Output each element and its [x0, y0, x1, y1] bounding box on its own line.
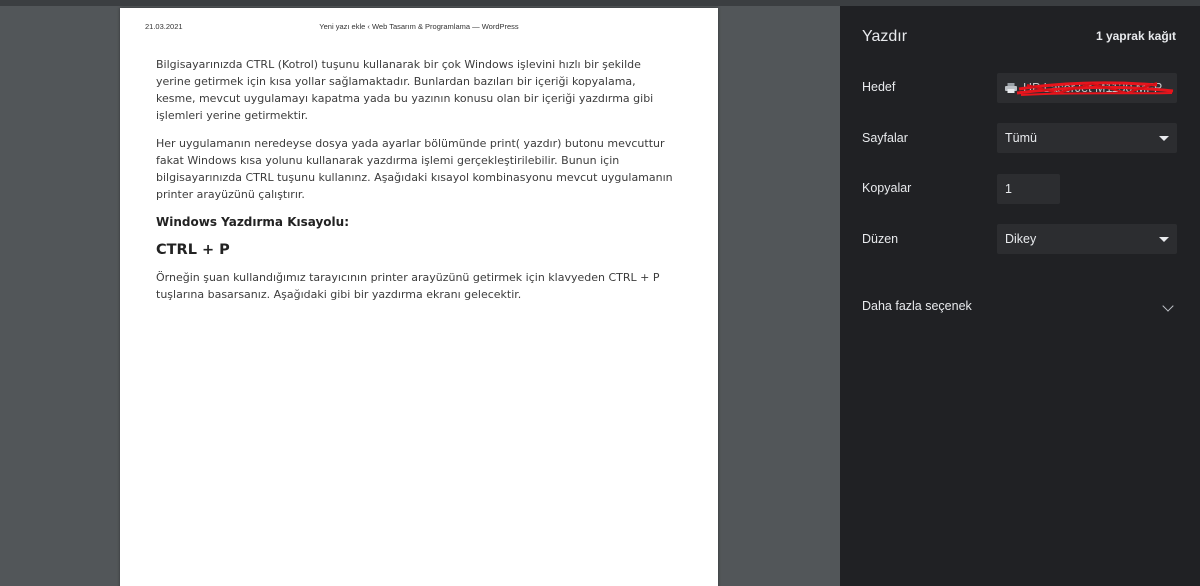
dropdown-caret-icon	[1159, 237, 1169, 242]
copies-value: 1	[1005, 182, 1012, 196]
panel-title: Yazdır	[862, 28, 908, 45]
pages-select[interactable]: Tümü	[997, 123, 1177, 153]
redaction-scribble	[1016, 81, 1174, 96]
sheet-count: 1 yaprak kağıt	[1095, 29, 1176, 43]
preview-page: 21.03.2021 Yeni yazı ekle ‹ Web Tasarım …	[120, 8, 718, 586]
body-paragraph-1: Bilgisayarınızda CTRL (Kotrol) tuşunu ku…	[156, 58, 654, 122]
destination-select[interactable]: HP LaserJet M1130 MFP	[997, 73, 1177, 103]
dropdown-caret-icon	[1159, 136, 1169, 141]
page-header-title: Yeni yazı ekle ‹ Web Tasarım & Programla…	[319, 22, 519, 31]
more-settings-toggle[interactable]: Daha fazla seçenek	[862, 299, 972, 313]
pages-label: Sayfalar	[862, 131, 908, 145]
page-header: 21.03.2021 Yeni yazı ekle ‹ Web Tasarım …	[120, 22, 718, 34]
copies-label: Kopyalar	[862, 181, 912, 195]
layout-select[interactable]: Dikey	[997, 224, 1177, 254]
destination-label: Hedef	[862, 80, 896, 94]
copies-input[interactable]: 1	[997, 174, 1060, 204]
print-preview-area[interactable]: 21.03.2021 Yeni yazı ekle ‹ Web Tasarım …	[0, 6, 840, 586]
layout-value: Dikey	[1005, 232, 1037, 246]
layout-label: Düzen	[862, 232, 899, 246]
body-paragraph-3: Örneğin şuan kullandığımız tarayıcının p…	[156, 271, 660, 301]
page-body: Bilgisayarınızda CTRL (Kotrol) tuşunu ku…	[156, 56, 676, 314]
print-settings-panel: Yazdır 1 yaprak kağıt Hedef HP LaserJet …	[840, 6, 1200, 586]
body-shortcut-heading: CTRL + P	[156, 242, 230, 258]
body-paragraph-2: Her uygulamanın neredeyse dosya yada aya…	[156, 137, 673, 201]
chevron-down-icon[interactable]	[1162, 300, 1174, 312]
pages-value: Tümü	[1005, 131, 1037, 145]
body-heading: Windows Yazdırma Kısayolu:	[156, 215, 350, 229]
